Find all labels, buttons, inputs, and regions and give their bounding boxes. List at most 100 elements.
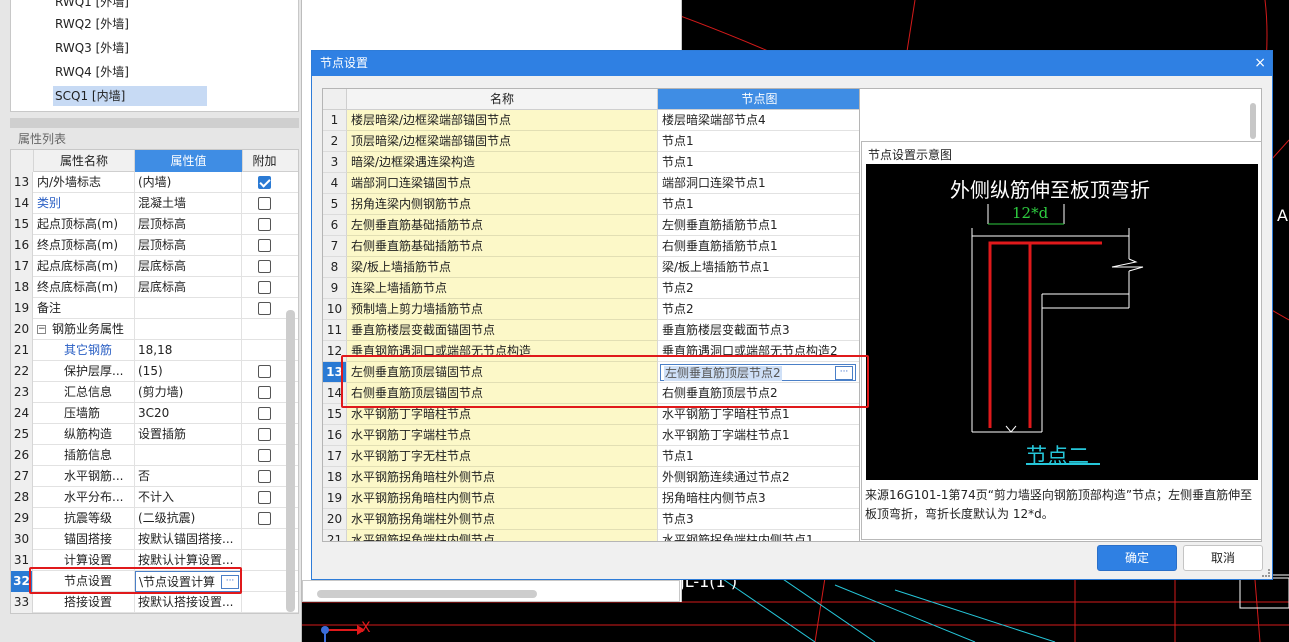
node-row[interactable]: 1 楼层暗梁/边框梁端部锚固节点 楼层暗梁端部节点4 — [323, 110, 859, 131]
cancel-button[interactable]: 取消 — [1183, 545, 1263, 571]
node-image-cell[interactable]: 节点1 — [658, 152, 859, 173]
property-value[interactable]: 层底标高 — [135, 256, 242, 277]
property-row[interactable]: 25 纵筋构造 设置插筋 — [11, 424, 298, 445]
node-image-cell[interactable]: 节点1 — [658, 194, 859, 215]
property-row[interactable]: 13 内/外墙标志 (内墙) — [11, 172, 298, 193]
node-image-cell[interactable]: 节点2 — [658, 299, 859, 320]
property-row[interactable]: 20− 钢筋业务属性 — [11, 319, 298, 340]
close-icon[interactable]: × — [1254, 51, 1266, 76]
node-image-cell[interactable]: 水平钢筋丁字端柱节点1 — [658, 425, 859, 446]
tree-item[interactable]: RWQ1 [外墙] — [53, 0, 135, 12]
property-value[interactable]: 混凝土墙 — [135, 193, 242, 214]
property-panel-splitter[interactable] — [10, 118, 299, 128]
property-value[interactable]: 3C20 — [135, 403, 242, 424]
node-image-cell[interactable]: 右侧垂直筋插筋节点1 — [658, 236, 859, 257]
node-row[interactable]: 18 水平钢筋拐角暗柱外侧节点 外侧钢筋连续通过节点2 — [323, 467, 859, 488]
property-value[interactable]: 设置插筋 — [135, 424, 242, 445]
extra-checkbox[interactable] — [258, 260, 271, 273]
dialog-titlebar[interactable]: 节点设置 × — [312, 51, 1272, 76]
property-row[interactable]: 15 起点顶标高(m) 层顶标高 — [11, 214, 298, 235]
extra-checkbox[interactable] — [258, 512, 271, 525]
node-row[interactable]: 3 暗梁/边框梁遇连梁构造 节点1 — [323, 152, 859, 173]
property-row[interactable]: 21 其它钢筋 18,18 — [11, 340, 298, 361]
extra-checkbox[interactable] — [258, 449, 271, 462]
node-row[interactable]: 19 水平钢筋拐角暗柱内侧节点 拐角暗柱内侧节点3 — [323, 488, 859, 509]
extra-checkbox[interactable] — [258, 176, 271, 189]
drawing-list-hscroll-thumb[interactable] — [317, 590, 537, 598]
property-value[interactable] — [135, 319, 242, 340]
node-row[interactable]: 17 水平钢筋丁字无柱节点 节点1 — [323, 446, 859, 467]
node-image-cell[interactable]: 左侧垂直筋插筋节点1 — [658, 215, 859, 236]
tree-item[interactable]: RWQ4 [外墙] — [53, 62, 135, 82]
right-scroll-thumb[interactable] — [1250, 103, 1256, 139]
property-value[interactable]: 否 — [135, 466, 242, 487]
extra-checkbox[interactable] — [258, 218, 271, 231]
property-row[interactable]: 19 备注 — [11, 298, 298, 319]
node-image-cell[interactable]: 垂直筋楼层变截面节点3 — [658, 320, 859, 341]
property-row[interactable]: 30 锚固搭接 按默认锚固搭接... — [11, 529, 298, 550]
property-table-scrollbar[interactable] — [286, 310, 295, 612]
property-row[interactable]: 24 压墙筋 3C20 — [11, 403, 298, 424]
property-row[interactable]: 16 终点顶标高(m) 层顶标高 — [11, 235, 298, 256]
property-row[interactable]: 22 保护层厚... (15) — [11, 361, 298, 382]
property-value[interactable]: 18,18 — [135, 340, 242, 361]
property-value[interactable]: 层底标高 — [135, 277, 242, 298]
property-value[interactable] — [135, 445, 242, 466]
property-value[interactable]: (剪力墙) — [135, 382, 242, 403]
node-row[interactable]: 7 右侧垂直筋基础插筋节点 右侧垂直筋插筋节点1 — [323, 236, 859, 257]
node-image-cell[interactable]: 拐角暗柱内侧节点3 — [658, 488, 859, 509]
extra-checkbox[interactable] — [258, 491, 271, 504]
property-value[interactable]: 按默认锚固搭接... — [135, 529, 242, 550]
property-value[interactable]: 按默认搭接设置... — [135, 592, 242, 613]
node-row[interactable]: 6 左侧垂直筋基础插筋节点 左侧垂直筋插筋节点1 — [323, 215, 859, 236]
extra-checkbox[interactable] — [258, 386, 271, 399]
property-row[interactable]: 28 水平分布... 不计入 — [11, 487, 298, 508]
property-row[interactable]: 14 类别 混凝土墙 — [11, 193, 298, 214]
property-row[interactable]: 26 插筋信息 — [11, 445, 298, 466]
property-value[interactable]: (二级抗震) — [135, 508, 242, 529]
node-image-cell[interactable]: 外侧钢筋连续通过节点2 — [658, 467, 859, 488]
extra-checkbox[interactable] — [258, 407, 271, 420]
property-value[interactable]: (15) — [135, 361, 242, 382]
resize-grip-icon[interactable] — [1262, 569, 1270, 577]
property-row[interactable]: 29 抗震等级 (二级抗震) — [11, 508, 298, 529]
node-image-cell[interactable]: 水平钢筋拐角端柱内侧节点1 — [658, 530, 859, 541]
tree-item[interactable]: RWQ2 [外墙] — [53, 14, 135, 34]
extra-checkbox[interactable] — [258, 302, 271, 315]
node-image-cell[interactable]: 节点2 — [658, 278, 859, 299]
property-value[interactable] — [135, 298, 242, 319]
node-row[interactable]: 21 水平钢筋拐角端柱内侧节点 水平钢筋拐角端柱内侧节点1 — [323, 530, 859, 541]
node-image-cell[interactable]: 端部洞口连梁节点1 — [658, 173, 859, 194]
property-row[interactable]: 17 起点底标高(m) 层底标高 — [11, 256, 298, 277]
ok-button[interactable]: 确定 — [1097, 545, 1177, 571]
node-image-cell[interactable]: 楼层暗梁端部节点4 — [658, 110, 859, 131]
node-row[interactable]: 4 端部洞口连梁锚固节点 端部洞口连梁节点1 — [323, 173, 859, 194]
extra-checkbox[interactable] — [258, 428, 271, 441]
property-row[interactable]: 18 终点底标高(m) 层底标高 — [11, 277, 298, 298]
extra-checkbox[interactable] — [258, 365, 271, 378]
collapse-icon[interactable]: − — [37, 325, 46, 334]
extra-checkbox[interactable] — [258, 239, 271, 252]
property-row[interactable]: 27 水平钢筋... 否 — [11, 466, 298, 487]
node-row[interactable]: 16 水平钢筋丁字端柱节点 水平钢筋丁字端柱节点1 — [323, 425, 859, 446]
property-value[interactable]: 不计入 — [135, 487, 242, 508]
tree-item-selected[interactable]: SCQ1 [内墙] — [53, 86, 207, 106]
property-value[interactable]: (内墙) — [135, 172, 242, 193]
node-image-cell[interactable]: 梁/板上墙插筋节点1 — [658, 257, 859, 278]
node-image-cell[interactable]: 节点3 — [658, 509, 859, 530]
extra-checkbox[interactable] — [258, 281, 271, 294]
node-image-cell[interactable]: 节点1 — [658, 446, 859, 467]
node-row[interactable]: 20 水平钢筋拐角端柱外侧节点 节点3 — [323, 509, 859, 530]
property-value[interactable]: 层顶标高 — [135, 214, 242, 235]
node-row[interactable]: 11 垂直筋楼层变截面锚固节点 垂直筋楼层变截面节点3 — [323, 320, 859, 341]
property-row[interactable]: 33 搭接设置 按默认搭接设置... — [11, 592, 298, 613]
extra-checkbox[interactable] — [258, 470, 271, 483]
node-row[interactable]: 9 连梁上墙插筋节点 节点2 — [323, 278, 859, 299]
tree-item[interactable]: RWQ3 [外墙] — [53, 38, 135, 58]
node-row[interactable]: 10 预制墙上剪力墙插筋节点 节点2 — [323, 299, 859, 320]
property-value[interactable]: 层顶标高 — [135, 235, 242, 256]
extra-checkbox[interactable] — [258, 197, 271, 210]
node-row[interactable]: 8 梁/板上墙插筋节点 梁/板上墙插筋节点1 — [323, 257, 859, 278]
property-row[interactable]: 23 汇总信息 (剪力墙) — [11, 382, 298, 403]
node-row[interactable]: 2 顶层暗梁/边框梁端部锚固节点 节点1 — [323, 131, 859, 152]
